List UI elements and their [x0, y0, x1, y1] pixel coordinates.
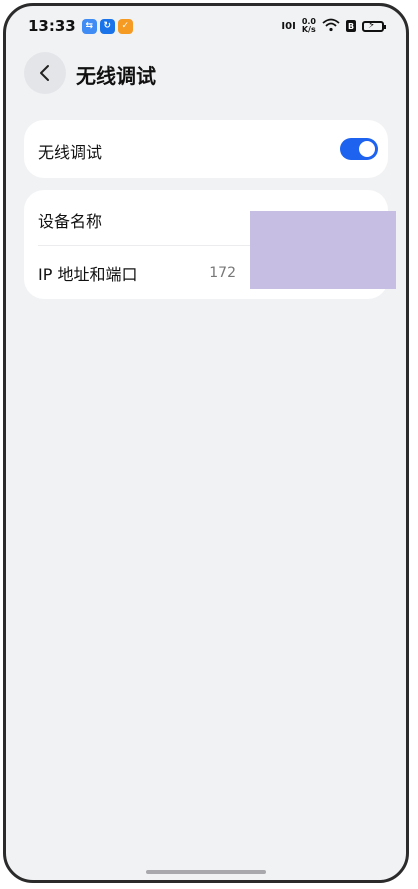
- wireless-debug-row[interactable]: 无线调试: [38, 139, 374, 163]
- network-speed: 0.0 K/s: [302, 18, 316, 34]
- status-bar: 13:33 ⇆ ↻ ✓ I0I 0.0 K/s B ⚡: [6, 6, 406, 46]
- app-header: 无线调试: [6, 50, 406, 98]
- app-notification-icon: ✓: [117, 18, 133, 34]
- wireless-debug-label: 无线调试: [38, 143, 103, 162]
- home-indicator[interactable]: [146, 870, 266, 874]
- toggle-knob: [359, 141, 375, 157]
- ip-port-label: IP 地址和端口: [38, 265, 138, 284]
- usb-notification-icon: ⇆: [81, 18, 97, 34]
- wifi-icon: [322, 18, 340, 35]
- back-button[interactable]: [24, 52, 66, 94]
- phone-frame: 13:33 ⇆ ↻ ✓ I0I 0.0 K/s B ⚡ 无线调试 无线调试 设备…: [3, 3, 409, 883]
- wireless-debug-toggle[interactable]: [340, 138, 378, 160]
- wireless-debug-card: 无线调试: [24, 120, 388, 178]
- sim-icon: B: [346, 20, 356, 32]
- vibrate-icon: I0I: [281, 20, 296, 32]
- page-title: 无线调试: [76, 64, 156, 88]
- sync-notification-icon: ↻: [99, 18, 115, 34]
- status-icons: I0I 0.0 K/s B ⚡: [281, 18, 386, 35]
- network-speed-unit: K/s: [301, 25, 316, 34]
- chevron-left-icon: [40, 65, 49, 81]
- battery-icon: ⚡: [362, 20, 386, 32]
- device-name-label: 设备名称: [38, 212, 103, 231]
- ip-port-value: 172: [209, 265, 236, 281]
- redaction-overlay: [250, 211, 396, 289]
- status-time: 13:33: [28, 17, 76, 35]
